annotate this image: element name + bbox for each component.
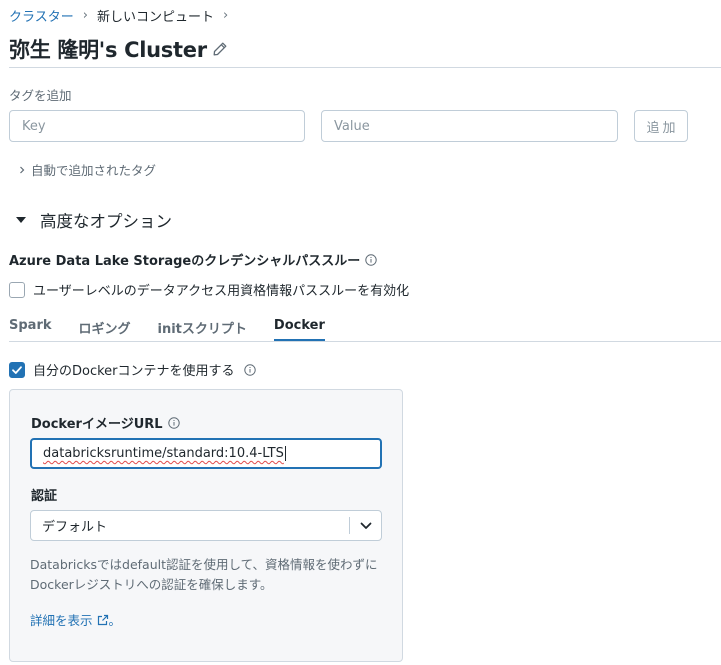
docker-use-label: 自分のDockerコンテナを使用する [33, 364, 235, 379]
chevron-right-icon: › [82, 7, 88, 23]
breadcrumb-clusters-link[interactable]: クラスター [9, 6, 74, 25]
caret-down-icon [16, 217, 26, 223]
tag-key-input[interactable] [9, 110, 305, 142]
tab-docker[interactable]: Docker [273, 318, 325, 341]
chevron-down-icon[interactable] [350, 522, 381, 530]
auth-description: Databricksではdefault認証を使用して、資格情報を使わずに Doc… [30, 555, 380, 595]
title-divider [9, 67, 721, 68]
auth-selected-value: デフォルト [42, 520, 108, 535]
chevron-right-icon [20, 166, 25, 173]
advanced-options-label: 高度なオプション [40, 212, 172, 231]
tags-label: タグを追加 [9, 88, 72, 103]
check-icon [12, 365, 22, 374]
tab-init-scripts[interactable]: initスクリプト [158, 318, 247, 341]
adls-passthrough-heading: Azure Data Lake Storageのクレデンシャルパススルー [9, 250, 377, 269]
breadcrumb-current: 新しいコンピュート [96, 9, 214, 25]
text-cursor [284, 446, 286, 461]
auto-added-tags-toggle[interactable]: 自動で追加されたタグ [18, 160, 156, 179]
passthrough-row: ユーザーレベルのデータアクセス用資格情報パススルーを有効化 [9, 280, 409, 299]
tag-value-input[interactable] [321, 110, 618, 142]
info-icon[interactable] [365, 253, 377, 266]
passthrough-label: ユーザーレベルのデータアクセス用資格情報パススルーを有効化 [33, 284, 410, 299]
auth-description-line2: Dockerレジストリへの認証を確保します。 [30, 577, 273, 592]
auth-description-line1: Databricksではdefault認証を使用して、資格情報を使わずに [30, 557, 378, 572]
docker-use-row: 自分のDockerコンテナを使用する [9, 360, 256, 379]
docker-url-label: DockerイメージURL [31, 417, 163, 432]
advanced-tabs: Spark ロギング initスクリプト Docker [9, 318, 352, 341]
tabs-divider [9, 341, 721, 342]
auto-added-tags-label: 自動で追加されたタグ [31, 163, 157, 178]
tab-logging[interactable]: ロギング [79, 318, 131, 341]
learn-more-suffix: 。 [108, 613, 122, 628]
docker-url-heading: DockerイメージURL [31, 413, 180, 432]
info-icon[interactable] [243, 363, 256, 376]
pencil-icon[interactable] [212, 41, 228, 57]
info-icon[interactable] [167, 416, 180, 429]
auth-label: 認証 [31, 489, 58, 504]
chevron-right-icon: › [222, 7, 229, 23]
learn-more-label: 詳細を表示 [30, 613, 93, 628]
passthrough-checkbox[interactable] [9, 281, 25, 298]
advanced-options-toggle[interactable]: 高度なオプション [16, 208, 172, 232]
external-link-icon [97, 614, 108, 625]
tab-spark[interactable]: Spark [9, 318, 52, 341]
breadcrumb: クラスター › 新しいコンピュート › [9, 6, 237, 25]
docker-image-url-value: databricksruntime/standard:10.4-LTS [43, 446, 284, 461]
docker-image-url-input[interactable]: databricksruntime/standard:10.4-LTS [30, 438, 382, 469]
docker-use-checkbox[interactable] [9, 361, 25, 378]
page-title: 弥生 隆明's Cluster [9, 38, 207, 62]
auth-select[interactable]: デフォルト [30, 510, 382, 541]
add-tag-button[interactable]: 追加 [634, 110, 688, 142]
learn-more-link[interactable]: 詳細を表示 。 [30, 610, 121, 629]
adls-passthrough-label: Azure Data Lake Storageのクレデンシャルパススルー [9, 254, 361, 269]
page-title-row: 弥生 隆明's Cluster [9, 34, 228, 64]
